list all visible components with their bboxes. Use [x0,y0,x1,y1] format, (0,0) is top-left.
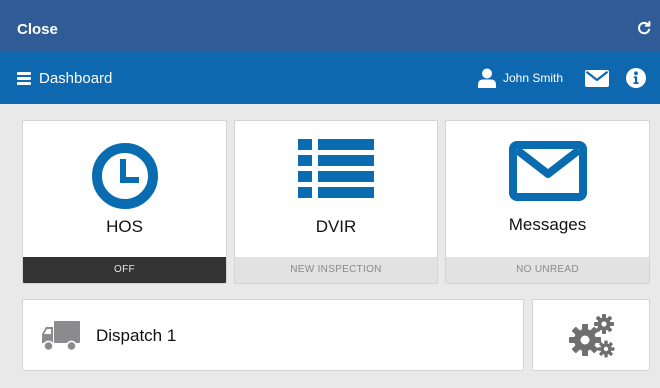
clock-icon [92,143,158,209]
settings-tile[interactable] [532,299,650,371]
dvir-tile[interactable]: DVIR NEW INSPECTION [234,120,438,284]
info-icon[interactable] [626,68,646,88]
dispatch-label: Dispatch 1 [96,326,177,345]
envelope-icon [509,141,587,201]
page-title: Dashboard [39,69,113,87]
dashboard-menu-button[interactable]: Dashboard [17,69,113,87]
messages-label: Messages [508,215,587,234]
dvir-label: DVIR [315,217,357,236]
dvir-status: NEW INSPECTION [235,257,437,283]
top-bar: Close [0,0,660,51]
list-icon [298,139,374,198]
hos-tile[interactable]: HOS OFF [22,120,227,284]
hos-status: OFF [23,257,226,283]
truck-icon [42,321,80,351]
user-name: John Smith [503,71,564,85]
messages-status: NO UNREAD [446,257,649,283]
nav-bar: Dashboard John Smith [0,51,660,104]
user-icon [478,68,496,88]
envelope-icon[interactable] [585,70,609,87]
user-menu[interactable]: John Smith [478,67,563,89]
messages-tile[interactable]: Messages NO UNREAD [445,120,650,284]
hamburger-icon [17,71,31,85]
close-button[interactable]: Close [17,21,58,38]
hos-label: HOS [106,217,143,236]
dispatch-tile[interactable]: Dispatch 1 [22,299,524,371]
refresh-icon[interactable] [636,20,652,36]
gears-icon [569,314,615,358]
